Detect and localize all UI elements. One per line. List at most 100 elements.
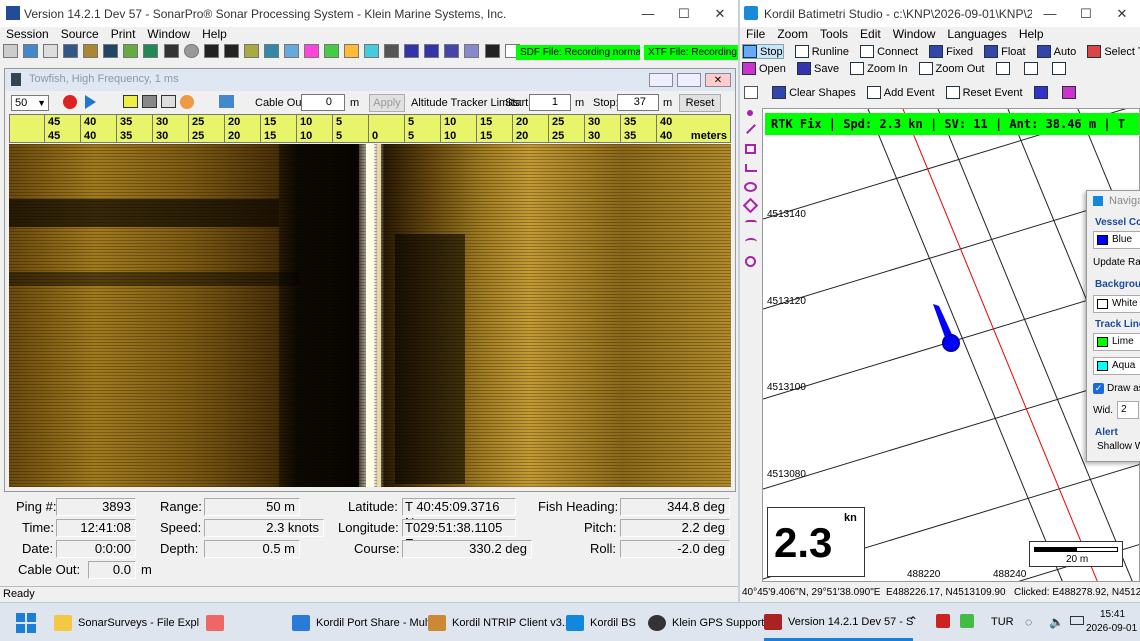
apply-button[interactable]: Apply <box>369 94 405 112</box>
taskbar-item-app[interactable] <box>206 605 230 641</box>
tool-icon[interactable] <box>384 44 400 58</box>
stop-button[interactable]: Stop <box>742 44 784 59</box>
tool-icon[interactable] <box>324 44 339 58</box>
altitude-icon[interactable] <box>219 95 234 108</box>
palette-icon[interactable] <box>180 95 194 109</box>
tool-icon[interactable] <box>203 44 219 58</box>
add-event-button[interactable]: Add Event <box>866 86 935 99</box>
save-button[interactable]: Save <box>796 62 839 75</box>
delete-events-button[interactable] <box>1033 86 1051 99</box>
clear-shapes-button[interactable]: Clear Shapes <box>772 86 856 99</box>
tool-icon[interactable] <box>283 44 299 58</box>
background-select[interactable]: White <box>1093 295 1140 313</box>
map-canvas[interactable]: RTK Fix | Spd: 2.3 kn | SV: 11 | Ant: 38… <box>762 108 1140 582</box>
tool-icon[interactable] <box>344 44 360 58</box>
clock-date[interactable]: 2026-09-01 <box>1086 623 1137 634</box>
zoom-extent-button[interactable] <box>995 62 1013 75</box>
tool-icon[interactable] <box>103 44 119 58</box>
tool-icon[interactable] <box>404 44 420 58</box>
stop-input[interactable]: 37 <box>617 94 659 111</box>
line-tool-icon[interactable] <box>746 124 756 134</box>
taskbar-item-kordil-bs[interactable]: Kordil BS <box>566 605 636 641</box>
polyline-tool-icon[interactable] <box>745 164 757 172</box>
tool-icon[interactable] <box>183 44 199 58</box>
language-indicator[interactable]: TUR <box>991 616 1014 628</box>
tray-app-icon[interactable] <box>960 614 974 628</box>
tool-icon[interactable] <box>243 44 259 58</box>
save-icon[interactable] <box>484 44 500 58</box>
sub-close-button[interactable]: ✕ <box>705 73 731 87</box>
tool-icon[interactable] <box>163 44 179 58</box>
menu-zoom[interactable]: Zoom <box>771 26 814 42</box>
taskbar-item-ntrip[interactable]: Kordil NTRIP Client v3.1 <box>428 605 571 641</box>
vessel-color-select[interactable]: Blue <box>1093 231 1140 249</box>
connect-button[interactable]: Connect <box>860 45 918 58</box>
reset-button[interactable]: Reset <box>679 94 721 112</box>
wifi-icon[interactable]: ◌ <box>1025 615 1032 629</box>
tool-icon[interactable] <box>223 44 239 58</box>
image-icon[interactable] <box>142 95 157 108</box>
track-color-select-1[interactable]: Lime <box>1093 333 1140 351</box>
battery-icon[interactable] <box>1070 616 1084 625</box>
tool-icon[interactable] <box>364 44 380 58</box>
menu-source[interactable]: Source <box>55 26 105 42</box>
pointer-button[interactable] <box>744 86 761 99</box>
sub-maximize-button[interactable] <box>677 73 701 87</box>
towfish-icon[interactable] <box>23 44 39 58</box>
volume-icon[interactable]: 🔈 <box>1049 615 1064 629</box>
menu-edit[interactable]: Edit <box>854 26 887 42</box>
close-button[interactable]: ✕ <box>702 6 738 22</box>
draw-as-checkbox[interactable]: ✓ <box>1093 383 1104 394</box>
menu-help[interactable]: Help <box>1013 26 1050 42</box>
track-color-select-2[interactable]: Aqua <box>1093 357 1140 375</box>
taskbar-item-gps[interactable]: Klein GPS Support <box>648 605 764 641</box>
freehand-tool-icon[interactable] <box>745 220 757 226</box>
tool-icon[interactable] <box>303 44 319 58</box>
width-input[interactable]: 2 <box>1117 401 1139 419</box>
select-tracks-button[interactable]: Select Tracks <box>1087 45 1140 58</box>
tool-icon[interactable] <box>63 44 79 58</box>
menu-languages[interactable]: Languages <box>941 26 1012 42</box>
clock-time[interactable]: 15:41 <box>1100 609 1125 620</box>
chevron-up-icon[interactable]: ⌃ <box>908 614 918 628</box>
maximize-button[interactable]: ☐ <box>1068 6 1104 22</box>
minimize-button[interactable]: — <box>1032 6 1068 21</box>
windows-start-icon[interactable] <box>16 613 36 633</box>
camera-icon[interactable] <box>161 95 176 108</box>
menu-session[interactable]: Session <box>0 26 55 42</box>
menu-help[interactable]: Help <box>196 26 233 42</box>
tool-icon[interactable] <box>83 44 99 58</box>
start-input[interactable]: 1 <box>529 94 571 111</box>
tool-icon[interactable] <box>464 44 480 58</box>
reset-event-button[interactable]: Reset Event <box>945 86 1023 99</box>
menu-window[interactable]: Window <box>887 26 942 42</box>
stop-icon[interactable] <box>63 95 77 109</box>
menu-window[interactable]: Window <box>141 26 196 42</box>
runline-button[interactable]: Runline <box>794 45 849 58</box>
fixed-button[interactable]: Fixed <box>929 45 973 58</box>
zoom-window-button[interactable] <box>1023 62 1041 75</box>
tool-icon[interactable] <box>143 44 159 58</box>
tool-icon[interactable] <box>444 44 460 58</box>
play-icon[interactable] <box>85 95 96 109</box>
pan-button[interactable] <box>1051 62 1069 75</box>
tool-icon[interactable] <box>123 44 139 58</box>
close-button[interactable]: ✕ <box>1104 6 1140 22</box>
range-select[interactable]: 50 ▼ <box>11 95 49 111</box>
cable-out-input[interactable]: 0 <box>301 94 345 111</box>
float-button[interactable]: Float <box>984 45 1026 58</box>
arc-tool-icon[interactable] <box>745 238 757 246</box>
auto-button[interactable]: Auto <box>1036 45 1076 58</box>
rect-tool-icon[interactable] <box>745 144 756 154</box>
print-icon[interactable] <box>3 44 18 58</box>
point-tool-icon[interactable] <box>747 110 753 116</box>
sub-minimize-button[interactable] <box>649 73 673 87</box>
minimize-button[interactable]: — <box>630 6 666 21</box>
taskbar-item-file-explorer[interactable]: SonarSurveys - File Expl <box>54 605 199 641</box>
zoom-out-button[interactable]: Zoom Out <box>918 62 984 75</box>
menu-file[interactable]: File <box>740 26 771 42</box>
circle-tool-icon[interactable] <box>745 256 756 267</box>
zoom-in-button[interactable]: Zoom In <box>850 62 907 75</box>
tool-icon[interactable] <box>43 44 59 58</box>
taskbar-item-sonarpro[interactable]: Version 14.2.1 Dev 57 - S <box>764 605 914 641</box>
